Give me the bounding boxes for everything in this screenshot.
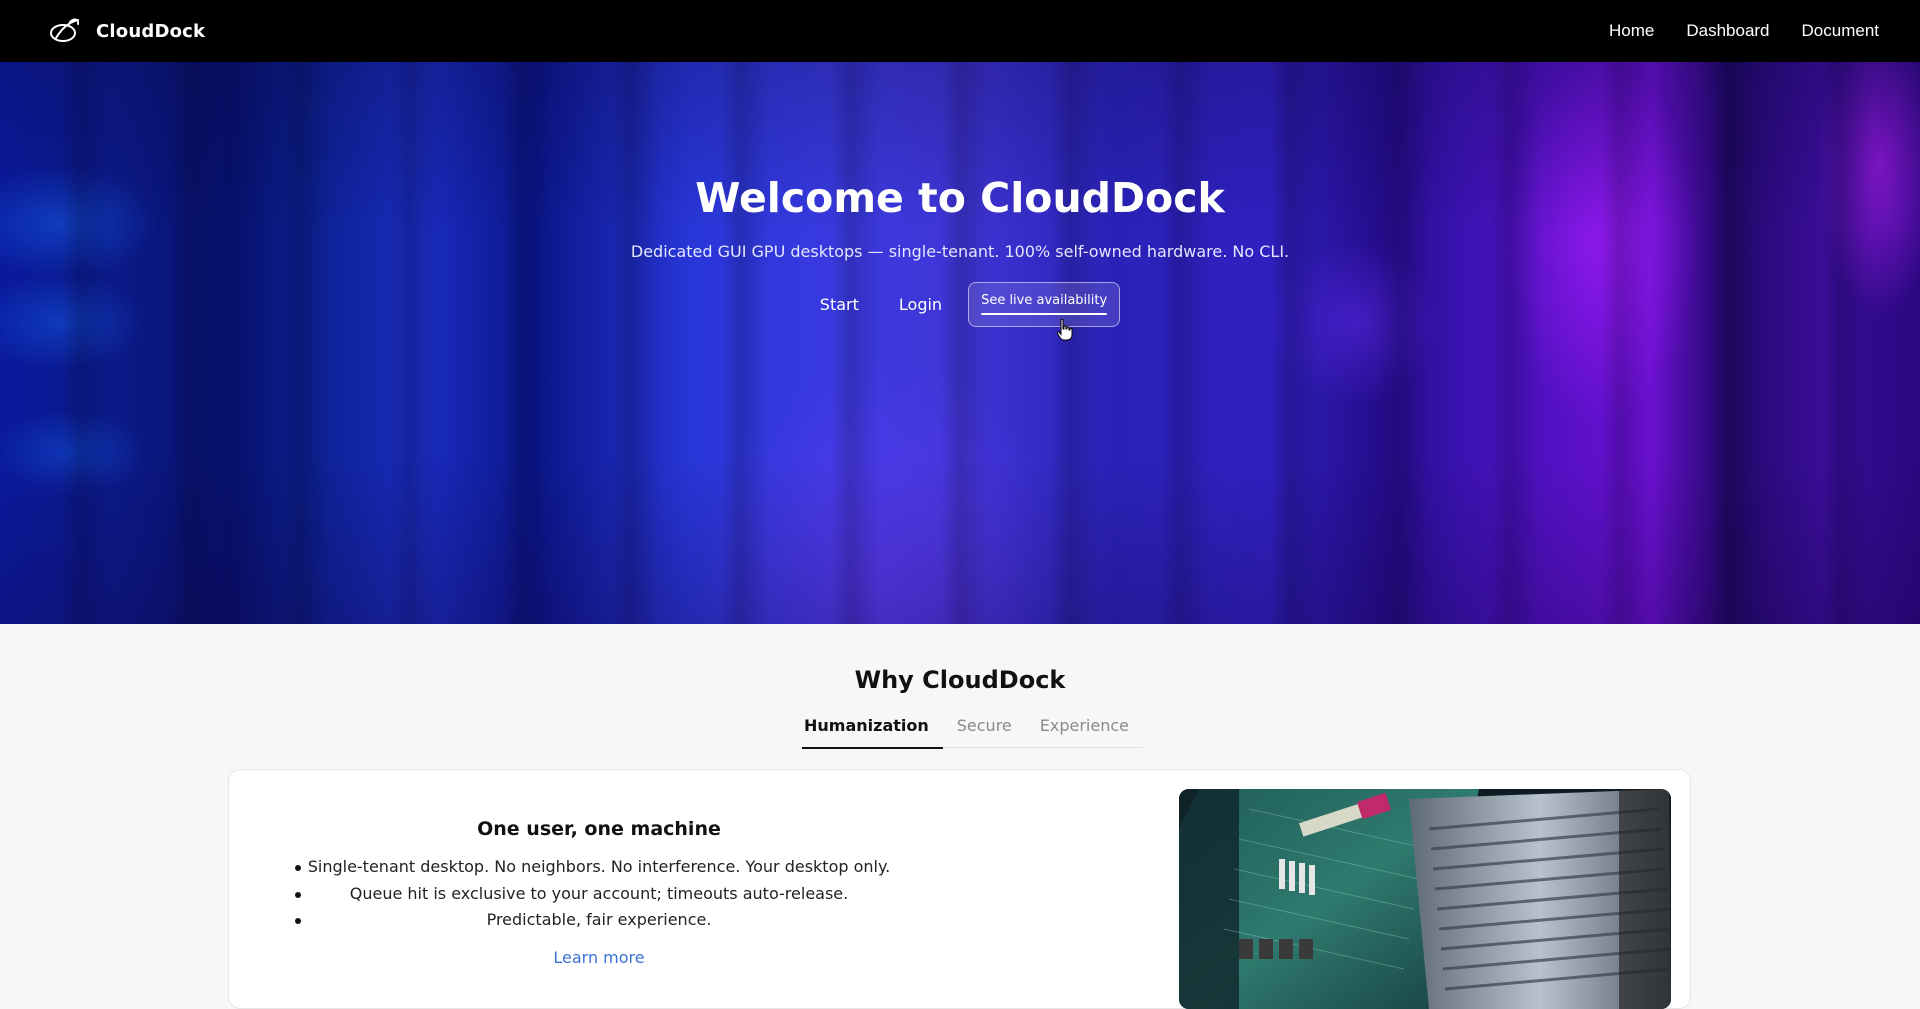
learn-more-link[interactable]: Learn more (229, 948, 969, 967)
cloud-logo-icon (50, 18, 80, 42)
tab-experience[interactable]: Experience (1026, 716, 1143, 748)
tab-humanization[interactable]: Humanization (802, 716, 943, 749)
brand[interactable]: CloudDock (48, 16, 205, 46)
hero-actions: Start Login See live availability (0, 282, 1920, 327)
nav-home-link[interactable]: Home (1609, 21, 1654, 41)
card-heading: One user, one machine (477, 818, 721, 840)
brand-name: CloudDock (96, 20, 206, 42)
live-availability-label: See live availability (981, 293, 1108, 308)
top-navbar: CloudDock Home Dashboard Document (0, 0, 1920, 62)
start-button[interactable]: Start (800, 285, 879, 324)
feature-list: Single-tenant desktop. No neighbors. No … (289, 854, 909, 934)
hero-subtitle: Dedicated GUI GPU desktops — single-tena… (630, 242, 1290, 261)
feature-card: One user, one machine Single-tenant desk… (228, 769, 1691, 1009)
server-motherboard-image (1179, 789, 1671, 1009)
why-section: Why CloudDock Humanization Secure Experi… (0, 624, 1920, 1009)
hand-cursor-icon (1056, 318, 1073, 341)
motherboard-illustration (1179, 789, 1671, 1009)
list-item: Queue hit is exclusive to your account; … (289, 881, 909, 908)
button-underline (981, 313, 1108, 315)
why-title: Why CloudDock (854, 666, 1066, 694)
list-item: Single-tenant desktop. No neighbors. No … (289, 854, 909, 881)
live-availability-button[interactable]: See live availability (968, 282, 1121, 327)
hero-title: Welcome to CloudDock (695, 174, 1225, 222)
hero-section: Welcome to CloudDock Dedicated GUI GPU d… (0, 62, 1920, 624)
nav-document-link[interactable]: Document (1802, 21, 1879, 41)
nav-links: Home Dashboard Document (1609, 21, 1879, 41)
tab-secure[interactable]: Secure (943, 716, 1026, 748)
nav-dashboard-link[interactable]: Dashboard (1686, 21, 1769, 41)
hero-background-shade (0, 62, 1920, 624)
feature-tabs: Humanization Secure Experience (802, 716, 1143, 749)
list-item: Predictable, fair experience. (289, 907, 909, 934)
login-button[interactable]: Login (879, 285, 962, 324)
